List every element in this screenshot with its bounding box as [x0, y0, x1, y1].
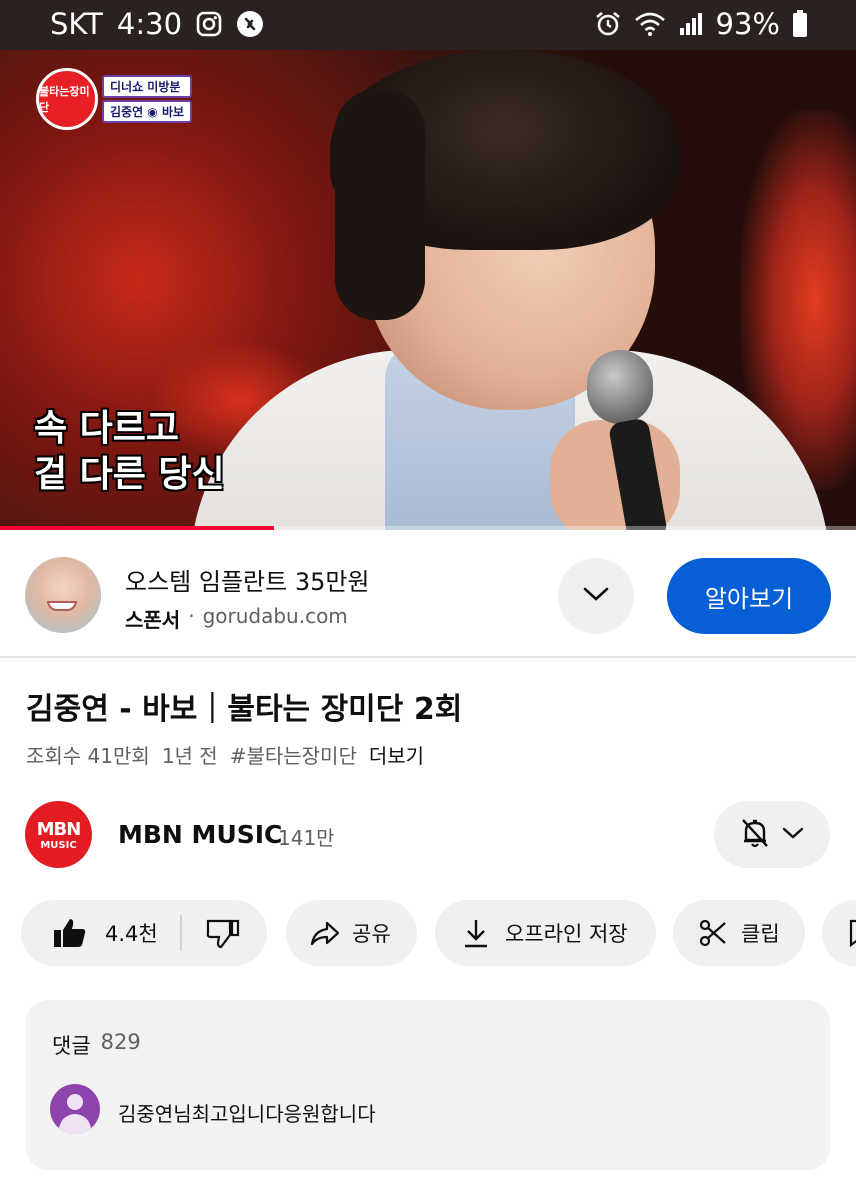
scissors-icon [699, 919, 727, 947]
comments-label: 댓글 [52, 1034, 91, 1058]
ad-learn-more-button[interactable]: 알아보기 [667, 558, 831, 634]
ad-thumbnail[interactable] [25, 557, 101, 633]
battery-icon [792, 10, 808, 38]
clock: 4:30 [116, 7, 183, 41]
wifi-icon [634, 11, 666, 37]
download-button[interactable]: 오프라인 저장 [435, 900, 656, 966]
carrier-label: SKT [50, 7, 103, 41]
share-button[interactable]: 공유 [286, 900, 417, 966]
ad-subline: 스폰서 · gorudabu.com [125, 604, 348, 633]
video-subtitle: 속 다르고 겉 다른 당신 [34, 406, 225, 498]
subtitle-line: 속 다르고 [34, 408, 180, 449]
clip-label: 클립 [741, 922, 780, 946]
bell-off-icon [740, 817, 770, 853]
subscriber-count: 141만 [278, 826, 335, 850]
channel-avatar-text: MBN [36, 818, 82, 840]
like-count[interactable]: 4.4천 [105, 918, 158, 948]
comments-count: 829 [100, 1030, 141, 1054]
microphone [587, 350, 653, 424]
share-icon [310, 920, 340, 946]
hashtag-link[interactable]: #불타는장미단 [230, 740, 357, 769]
show-logo: 불타는장미단 디너쇼 미방분 김중연 ◉ 바보 [36, 68, 193, 130]
ad-title[interactable]: 오스템 임플란트 35만원 [125, 562, 370, 597]
thumbs-down-icon[interactable] [206, 917, 240, 949]
download-label: 오프라인 저장 [505, 922, 628, 946]
ad-banner[interactable]: 오스템 임플란트 35만원 스폰서 · gorudabu.com 알아보기 [0, 530, 856, 658]
channel-avatar[interactable]: MBN MUSIC [25, 801, 92, 868]
divider [179, 915, 182, 951]
action-bar: 4.4천 공유 오프라인 저장 클립 [0, 900, 856, 968]
chevron-down-icon [782, 825, 804, 844]
signal-icon [678, 11, 704, 37]
show-tag: 디너쇼 미방분 [102, 75, 193, 98]
top-comment-text: 김중연님최고입니다응원합니다 [118, 1102, 376, 1126]
upload-age: 1년 전 [161, 744, 218, 768]
ad-domain: gorudabu.com [202, 604, 348, 628]
comments-header: 댓글 829 [52, 1030, 141, 1060]
video-player[interactable]: 불타는장미단 디너쇼 미방분 김중연 ◉ 바보 속 다르고 겉 다른 당신 [0, 50, 856, 530]
view-count: 조회수 41만회 [26, 744, 150, 768]
status-bar: SKT 4:30 93% [0, 0, 856, 50]
video-title[interactable]: 김중연 - 바보｜불타는 장미단 2회 [26, 684, 462, 728]
share-label: 공유 [352, 922, 391, 946]
clip-button[interactable]: 클립 [673, 900, 805, 966]
show-logo-circle: 불타는장미단 [36, 68, 98, 130]
download-icon [463, 918, 489, 948]
battery-percent: 93% [715, 7, 780, 41]
video-meta[interactable]: 조회수 41만회 1년 전 #불타는장미단 더보기 [26, 740, 424, 769]
more-link[interactable]: 더보기 [369, 740, 424, 769]
save-to-playlist-button[interactable] [822, 900, 856, 966]
bookmark-icon [848, 919, 856, 947]
notification-button[interactable] [714, 801, 830, 868]
channel-avatar-subtext: MUSIC [40, 839, 77, 851]
singer-hair [335, 90, 425, 320]
instagram-icon [196, 11, 222, 37]
sponsor-label: 스폰서 [125, 608, 181, 632]
commenter-avatar [50, 1084, 100, 1134]
subtitle-line: 겉 다른 당신 [34, 454, 225, 495]
separator-dot: · [188, 604, 195, 628]
ad-expand-button[interactable] [558, 558, 634, 634]
channel-name[interactable]: MBN MUSIC [118, 820, 282, 849]
thumbs-up-icon[interactable] [53, 917, 87, 949]
like-dislike-pill: 4.4천 [21, 900, 267, 966]
status-right: 93% [594, 7, 808, 41]
alarm-icon [594, 10, 622, 38]
comments-panel[interactable]: 댓글 829 김중연님최고입니다응원합니다 [26, 1000, 830, 1170]
chevron-down-icon [582, 585, 610, 607]
status-left: SKT 4:30 [50, 7, 264, 41]
shazam-icon [236, 10, 264, 38]
show-tag: 김중연 ◉ 바보 [102, 100, 193, 123]
show-tags: 디너쇼 미방분 김중연 ◉ 바보 [102, 75, 193, 123]
